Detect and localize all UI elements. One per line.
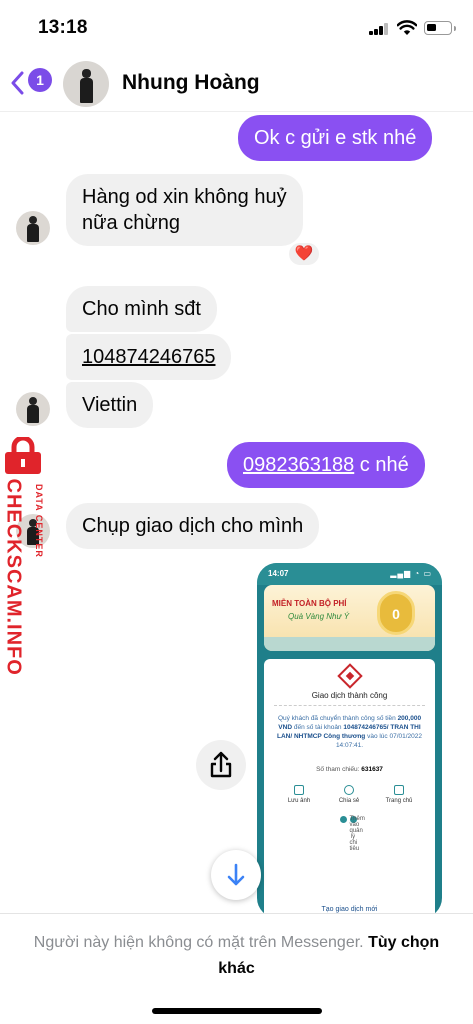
lock-icon bbox=[5, 437, 41, 474]
message-incoming[interactable]: Viettin bbox=[66, 382, 154, 428]
heart-reaction-icon[interactable]: ❤️ bbox=[287, 241, 321, 267]
image-status-bar: 14:07 ▂▄▆ ◔ ▭ bbox=[257, 563, 442, 585]
message-incoming-account-number[interactable]: 104874246765 bbox=[66, 334, 232, 380]
person-silhouette-icon bbox=[27, 397, 39, 423]
status-time: 13:18 bbox=[38, 17, 88, 38]
message-image-screenshot[interactable]: 14:07 ▂▄▆ ◔ ▭ MIỄN TOÀN BỘ PHÍ Quà Vàng … bbox=[257, 563, 442, 918]
scroll-to-bottom-button[interactable] bbox=[211, 850, 261, 900]
description-part: đến số tài khoản bbox=[293, 724, 342, 731]
bank-logo-icon bbox=[337, 663, 363, 689]
option-save-template: Lưu mẫu chuyển tiền bbox=[264, 851, 435, 873]
promo-banner: MIỄN TOÀN BỘ PHÍ Quà Vàng Như Ý 0 bbox=[264, 585, 435, 651]
watermark-title: CHECKSCAM.INFO bbox=[2, 478, 25, 676]
chevron-left-icon bbox=[11, 71, 24, 95]
home-action: Trang chủ bbox=[374, 785, 424, 804]
action-label: Trang chủ bbox=[385, 798, 413, 804]
coin-label: 0 bbox=[392, 606, 400, 622]
watermark: DATA CENTER CHECKSCAM.INFO bbox=[0, 437, 60, 676]
message-outgoing-phone[interactable]: 0982363188 c nhé bbox=[227, 442, 425, 488]
message-incoming[interactable]: Chụp giao dịch cho mình bbox=[66, 503, 320, 549]
cellular-signal-icon bbox=[369, 23, 389, 35]
banner-title: MIỄN TOÀN BỘ PHÍ bbox=[272, 599, 347, 608]
image-time: 14:07 bbox=[268, 569, 289, 578]
reference-value: 631637 bbox=[361, 766, 383, 773]
image-status-icons: ▂▄▆ ◔ ▭ bbox=[390, 569, 432, 578]
share-icon bbox=[344, 785, 354, 795]
watermark-subtitle: DATA CENTER bbox=[34, 484, 44, 558]
option-email-notification: Gửi email thông báo giao dịch bbox=[264, 873, 435, 895]
share-button[interactable] bbox=[196, 740, 246, 790]
action-label: Lưu ảnh bbox=[287, 798, 311, 804]
save-image-action: Lưu ảnh bbox=[274, 785, 324, 804]
message-line: nữa chừng bbox=[82, 212, 180, 234]
contact-avatar[interactable] bbox=[63, 61, 109, 107]
contact-avatar-small[interactable] bbox=[16, 211, 50, 245]
footer-notice: Người này hiện không có mặt trên Messeng… bbox=[0, 913, 473, 1024]
message-line: Hàng od xin không huỷ bbox=[82, 186, 287, 208]
plus-icon bbox=[339, 816, 347, 823]
home-indicator[interactable] bbox=[152, 1008, 322, 1014]
message-text: c nhé bbox=[354, 454, 409, 476]
message-incoming[interactable]: Hàng od xin không huỷ nữa chừng bbox=[66, 174, 303, 246]
share-action: Chia sẻ bbox=[324, 785, 374, 804]
transaction-description: Quý khách đã chuyển thành công số tiền 2… bbox=[272, 714, 427, 750]
home-icon bbox=[394, 785, 404, 795]
share-icon bbox=[210, 751, 232, 778]
coin-icon: 0 bbox=[377, 591, 415, 635]
banner-subtitle: Quà Vàng Như Ý bbox=[288, 612, 350, 621]
back-button[interactable]: 1 bbox=[10, 68, 54, 98]
transaction-status: Giao dịch thành công bbox=[311, 691, 388, 700]
chat-header: 1 Nhung Hoàng bbox=[0, 56, 473, 112]
receipt-actions: Lưu ảnh Chia sẻ Trang chủ bbox=[274, 785, 425, 813]
add-expense-manager: Thêm vào quản lý chi tiêu bbox=[264, 816, 435, 852]
contact-avatar-small[interactable] bbox=[16, 392, 50, 426]
image-icon bbox=[294, 785, 304, 795]
receipt-options: Lưu mẫu chuyển tiền Gửi email thông báo … bbox=[264, 851, 435, 895]
add-expense-label: Thêm vào quản lý chi tiêu bbox=[349, 816, 365, 852]
unavailable-notice: Người này hiện không có mặt trên Messeng… bbox=[33, 934, 364, 951]
unread-badge: 1 bbox=[28, 68, 52, 92]
wifi-icon bbox=[397, 20, 417, 35]
message-outgoing[interactable]: Ok c gửi e stk nhé bbox=[238, 115, 433, 161]
person-silhouette-icon bbox=[27, 216, 39, 242]
account-number-link[interactable]: 104874246765 bbox=[82, 346, 215, 368]
message-incoming[interactable]: Cho mình sđt bbox=[66, 286, 217, 332]
reference-number: Số tham chiếu: 631637 bbox=[264, 766, 435, 773]
footer-message: Người này hiện không có mặt trên Messeng… bbox=[30, 930, 443, 982]
reference-label: Số tham chiếu: bbox=[316, 766, 360, 773]
description-part: Quý khách đã chuyển thành công số tiền bbox=[277, 715, 396, 722]
arrow-down-icon bbox=[227, 863, 245, 886]
contact-name[interactable]: Nhung Hoàng bbox=[122, 71, 260, 95]
action-label: Chia sẻ bbox=[338, 798, 360, 804]
battery-icon bbox=[424, 21, 456, 35]
status-bar: 13:18 bbox=[0, 0, 473, 56]
phone-number-link[interactable]: 0982363188 bbox=[243, 454, 354, 476]
person-silhouette-icon bbox=[80, 69, 93, 103]
divider bbox=[274, 705, 425, 706]
banner-base bbox=[264, 637, 435, 651]
